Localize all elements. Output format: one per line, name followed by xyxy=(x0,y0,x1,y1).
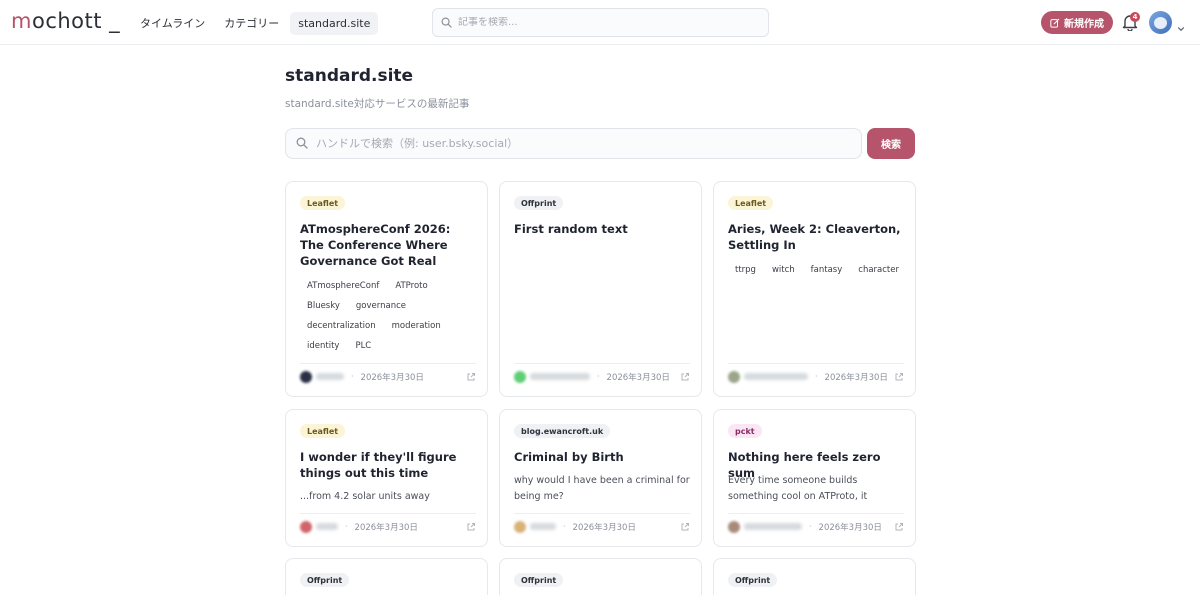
author-name xyxy=(744,523,802,530)
notification-badge: 4 xyxy=(1130,12,1140,22)
post-date: 2026年3月30日 xyxy=(572,522,636,533)
article-title: Criminal by Birth xyxy=(514,450,624,464)
external-link-icon[interactable] xyxy=(466,522,476,532)
author-avatar xyxy=(514,370,526,383)
article-description: why would I have been a criminal for bei… xyxy=(514,475,690,502)
tag[interactable]: fantasy xyxy=(804,262,850,278)
tag[interactable]: character xyxy=(851,262,906,278)
article-card[interactable]: Offprint xyxy=(499,558,702,595)
external-link-icon[interactable] xyxy=(680,522,690,532)
article-title: I wonder if they'll figure things out th… xyxy=(300,450,457,480)
separator-dot: · xyxy=(345,522,348,531)
separator-dot: · xyxy=(351,372,354,381)
main-nav: タイムライン カテゴリー standard.site xyxy=(132,11,381,35)
external-link-icon[interactable] xyxy=(680,372,690,382)
post-date: 2026年3月30日 xyxy=(818,522,882,533)
source-badge: pckt xyxy=(728,424,762,438)
handle-search-button[interactable]: 検索 xyxy=(867,128,915,159)
article-search-input[interactable] xyxy=(458,17,748,28)
article-card[interactable]: Offprint First random text · 2026年3月30日 xyxy=(499,181,702,397)
card-footer: · 2026年3月30日 xyxy=(514,363,690,389)
author-avatar xyxy=(300,520,312,533)
search-icon xyxy=(296,134,308,153)
article-card[interactable]: Leaflet I wonder if they'll figure thing… xyxy=(285,409,488,547)
article-title: ATmosphereConf 2026: The Conference Wher… xyxy=(300,222,451,268)
separator-dot: · xyxy=(809,522,812,531)
article-title: Aries, Week 2: Cleaverton, Settling In xyxy=(728,222,901,252)
search-icon xyxy=(441,13,452,32)
tag[interactable]: ttrpg xyxy=(728,262,763,278)
card-footer: · 2026年3月30日 xyxy=(300,363,476,389)
article-card[interactable]: Offprint xyxy=(713,558,916,595)
external-link-icon[interactable] xyxy=(894,372,904,382)
separator-dot: · xyxy=(597,372,600,381)
source-badge: Leaflet xyxy=(300,196,346,210)
card-footer: · 2026年3月30日 xyxy=(728,363,904,389)
handle-search-box xyxy=(285,128,862,159)
tag-list: ATmosphereConf ATProto Bluesky governanc… xyxy=(300,278,480,358)
tag[interactable]: Bluesky xyxy=(300,298,347,314)
article-card[interactable]: pckt Nothing here feels zero sum Every t… xyxy=(713,409,916,547)
chevron-down-icon[interactable] xyxy=(1177,18,1185,32)
tag[interactable]: identity xyxy=(300,338,346,354)
card-footer: · 2026年3月30日 xyxy=(300,513,476,539)
author-avatar xyxy=(300,370,312,383)
handle-search-input[interactable] xyxy=(316,137,836,150)
nav-timeline[interactable]: タイムライン xyxy=(132,10,213,36)
page-title: standard.site xyxy=(285,66,414,86)
logo-m: m xyxy=(11,9,32,33)
author-name xyxy=(316,373,344,380)
separator-dot: · xyxy=(563,522,566,531)
article-card[interactable]: Offprint xyxy=(285,558,488,595)
article-card[interactable]: blog.ewancroft.uk Criminal by Birth why … xyxy=(499,409,702,547)
user-avatar[interactable] xyxy=(1149,11,1172,34)
tag[interactable]: PLC xyxy=(348,338,378,354)
article-search-box xyxy=(432,8,769,37)
external-link-icon[interactable] xyxy=(466,372,476,382)
author-avatar xyxy=(728,370,740,383)
card-footer: · 2026年3月30日 xyxy=(514,513,690,539)
nav-categories[interactable]: カテゴリー xyxy=(216,10,287,36)
source-badge: Leaflet xyxy=(300,424,346,438)
post-date: 2026年3月30日 xyxy=(824,372,888,383)
post-date: 2026年3月30日 xyxy=(606,372,670,383)
new-post-button[interactable]: 新規作成 xyxy=(1041,11,1113,34)
tag[interactable]: governance xyxy=(349,298,413,314)
external-link-icon[interactable] xyxy=(894,522,904,532)
top-header: mochott _ タイムライン カテゴリー standard.site 新規作… xyxy=(0,0,1200,45)
edit-icon xyxy=(1050,18,1060,28)
article-description: Every time someone builds something cool… xyxy=(728,475,868,502)
author-name xyxy=(316,523,338,530)
logo-text: ochott _ xyxy=(31,9,121,33)
article-title: First random text xyxy=(514,222,628,236)
tag[interactable]: moderation xyxy=(385,318,448,334)
post-date: 2026年3月30日 xyxy=(354,522,418,533)
source-badge: blog.ewancroft.uk xyxy=(514,424,611,438)
tag-list: ttrpg witch fantasy character xyxy=(728,262,908,282)
tag[interactable]: witch xyxy=(765,262,802,278)
new-post-label: 新規作成 xyxy=(1064,19,1104,30)
card-footer: · 2026年3月30日 xyxy=(728,513,904,539)
author-avatar xyxy=(728,520,740,533)
article-card[interactable]: Leaflet Aries, Week 2: Cleaverton, Settl… xyxy=(713,181,916,397)
source-badge: Leaflet xyxy=(728,196,774,210)
source-badge: Offprint xyxy=(728,573,778,587)
author-avatar xyxy=(514,520,526,533)
page-subtitle: standard.site対応サービスの最新記事 xyxy=(285,98,470,110)
author-name xyxy=(744,373,808,380)
author-name xyxy=(530,373,590,380)
tag[interactable]: ATProto xyxy=(388,278,434,294)
source-badge: Offprint xyxy=(514,196,564,210)
nav-standard-site[interactable]: standard.site xyxy=(290,11,379,35)
author-name xyxy=(530,523,556,530)
article-description: ...from 4.2 solar units away xyxy=(300,491,430,502)
source-badge: Offprint xyxy=(300,573,350,587)
app-logo[interactable]: mochott _ xyxy=(11,9,120,33)
source-badge: Offprint xyxy=(514,573,564,587)
tag[interactable]: decentralization xyxy=(300,318,383,334)
article-card[interactable]: Leaflet ATmosphereConf 2026: The Confere… xyxy=(285,181,488,397)
separator-dot: · xyxy=(815,372,818,381)
tag[interactable]: ATmosphereConf xyxy=(300,278,386,294)
post-date: 2026年3月30日 xyxy=(360,372,424,383)
